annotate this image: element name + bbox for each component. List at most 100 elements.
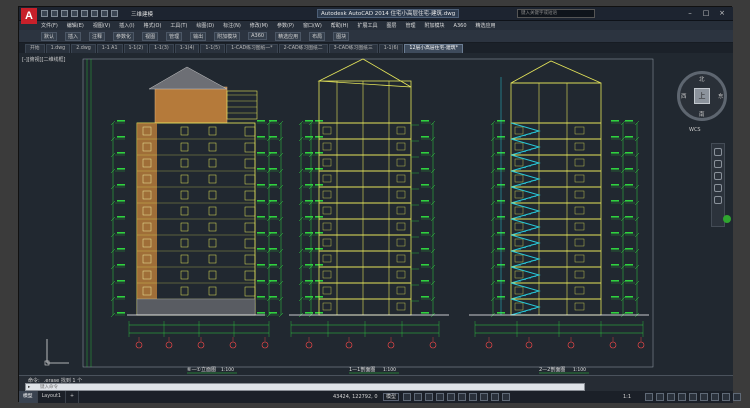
maximize-icon[interactable]: □ [699, 9, 713, 18]
ribbon-tab[interactable]: 视图 [142, 31, 159, 41]
file-tab[interactable]: 1-1(6) [378, 44, 404, 53]
menu-item[interactable]: 格式(O) [144, 22, 162, 29]
workspace-name[interactable]: 三维建模 [131, 10, 153, 18]
close-icon[interactable]: × [715, 9, 729, 18]
workspace-dropdown-icon[interactable] [111, 10, 118, 17]
menu-item[interactable]: 标注(N) [223, 22, 241, 29]
print-icon[interactable] [81, 10, 88, 17]
file-tab-active[interactable]: 12层小高层住宅-建筑* [404, 44, 463, 53]
polar-icon[interactable] [436, 393, 444, 401]
ribbon-tab[interactable]: 输出 [190, 31, 207, 41]
ribbon-tab[interactable]: 插入 [65, 31, 82, 41]
workspace-icon[interactable] [645, 393, 653, 401]
command-input[interactable] [40, 384, 560, 390]
osnap-icon[interactable] [447, 393, 455, 401]
showmotion-icon[interactable] [714, 196, 722, 204]
undo-icon[interactable] [91, 10, 98, 17]
menu-item[interactable]: 文件(F) [41, 22, 58, 29]
lock-ui-icon[interactable] [689, 393, 697, 401]
menu-item[interactable]: 附加模块 [425, 22, 445, 29]
open-file-icon[interactable] [51, 10, 58, 17]
file-tab[interactable]: 2-CAD练习图纸二 [278, 44, 328, 53]
zoom-icon[interactable] [714, 172, 722, 180]
layout-tab[interactable]: Layout1 [38, 391, 66, 403]
menu-item[interactable]: 精选应用 [476, 22, 496, 29]
units-icon[interactable] [667, 393, 675, 401]
viewport-controls[interactable]: [-][俯视][二维线框] [22, 56, 66, 63]
customization-icon[interactable] [733, 393, 741, 401]
menu-item[interactable]: 管理 [406, 22, 416, 29]
lineweight-icon[interactable] [469, 393, 477, 401]
file-tab[interactable]: 1.dwg [45, 44, 71, 53]
isolate-objects-icon[interactable] [700, 393, 708, 401]
ortho-icon[interactable] [425, 393, 433, 401]
menu-item[interactable]: 窗口(W) [303, 22, 322, 29]
menu-item[interactable]: 绘图(D) [196, 22, 214, 29]
model-tab[interactable]: 模型 [19, 391, 38, 403]
ribbon-tab[interactable]: 注释 [89, 31, 106, 41]
ribbon-tab[interactable]: 图块 [333, 31, 350, 41]
ribbon-tab[interactable]: A360 [248, 32, 268, 40]
menu-item[interactable]: 扩展工具 [357, 22, 377, 29]
menu-item[interactable]: 帮助(H) [331, 22, 349, 29]
quick-properties-icon[interactable] [678, 393, 686, 401]
file-tab[interactable]: 1-CAD练习图纸一* [226, 44, 278, 53]
viewcube-top-face[interactable]: 上 [694, 88, 710, 104]
ribbon-tab[interactable]: 默认 [41, 31, 58, 41]
search-input[interactable]: 键入关键字或短语 [517, 9, 595, 18]
model-space-button[interactable]: 模型 [383, 393, 400, 401]
file-tab[interactable]: 1-1 A1 [96, 44, 123, 53]
wcs-menu[interactable]: WCS [689, 127, 701, 133]
menu-item[interactable]: 工具(T) [170, 22, 187, 29]
grid-icon[interactable] [403, 393, 411, 401]
save-icon[interactable] [61, 10, 68, 17]
file-tab[interactable]: 1-1(4) [174, 44, 200, 53]
menu-item[interactable]: 修改(M) [250, 22, 268, 29]
hardware-acceleration-icon[interactable] [711, 393, 719, 401]
clean-screen-icon[interactable] [722, 393, 730, 401]
ribbon-tab[interactable]: 管理 [166, 31, 183, 41]
compass-west[interactable]: 西 [681, 92, 687, 100]
ribbon-tab[interactable]: 参数化 [113, 31, 135, 41]
menu-item[interactable]: 编辑(E) [67, 22, 84, 29]
annotation-icon[interactable] [502, 393, 510, 401]
annotation-scale[interactable]: 1:1 [623, 391, 631, 403]
file-tab[interactable]: 3-CAD练习图纸三 [328, 44, 378, 53]
save-as-icon[interactable] [71, 10, 78, 17]
ribbon-tab[interactable]: 布局 [309, 31, 326, 41]
command-prompt-icon[interactable]: ▸ [28, 385, 30, 390]
redo-icon[interactable] [101, 10, 108, 17]
menu-item[interactable]: 参数(P) [277, 22, 294, 29]
file-tab[interactable]: 1-1(3) [149, 44, 174, 53]
pan-icon[interactable] [714, 160, 722, 168]
file-tab[interactable]: 1-1(5) [200, 44, 226, 53]
add-layout-icon[interactable]: + [66, 391, 79, 403]
compass-north[interactable]: 北 [699, 75, 705, 83]
new-file-icon[interactable] [41, 10, 48, 17]
file-tab[interactable]: 开始 [25, 44, 45, 53]
coordinates-readout[interactable]: 43424, 122792, 0 [333, 391, 378, 403]
transparency-icon[interactable] [480, 393, 488, 401]
dimension-text-mark [421, 168, 429, 170]
compass-south[interactable]: 南 [699, 110, 705, 118]
minimize-icon[interactable]: – [683, 9, 697, 18]
drawing-canvas[interactable]: [-][俯视][二维线框] ⑥—①立面图 1:100 1—1剖面图 1:100 2—2剖… [19, 53, 733, 375]
annotation-monitor-icon[interactable] [656, 393, 664, 401]
green-arrow-icon[interactable] [723, 215, 731, 223]
orbit-icon[interactable] [714, 184, 722, 192]
viewcube[interactable]: 上 北 南 东 西 [677, 71, 727, 121]
steering-wheel-icon[interactable] [714, 148, 722, 156]
snap-icon[interactable] [414, 393, 422, 401]
selection-cycling-icon[interactable] [491, 393, 499, 401]
ribbon-tab[interactable]: 精选应用 [275, 31, 302, 41]
autocad-logo-icon[interactable]: A [21, 8, 37, 24]
file-tab[interactable]: 2.dwg [71, 44, 96, 53]
menu-item[interactable]: 插入(I) [119, 22, 134, 29]
ribbon-tab[interactable]: 附加模块 [214, 31, 241, 41]
menu-item[interactable]: 图层 [386, 22, 396, 29]
compass-east[interactable]: 东 [718, 92, 724, 100]
file-tab[interactable]: 1-1(2) [123, 44, 149, 53]
menu-item[interactable]: 视图(V) [93, 22, 110, 29]
menu-item[interactable]: A360 [454, 23, 467, 29]
otrack-icon[interactable] [458, 393, 466, 401]
